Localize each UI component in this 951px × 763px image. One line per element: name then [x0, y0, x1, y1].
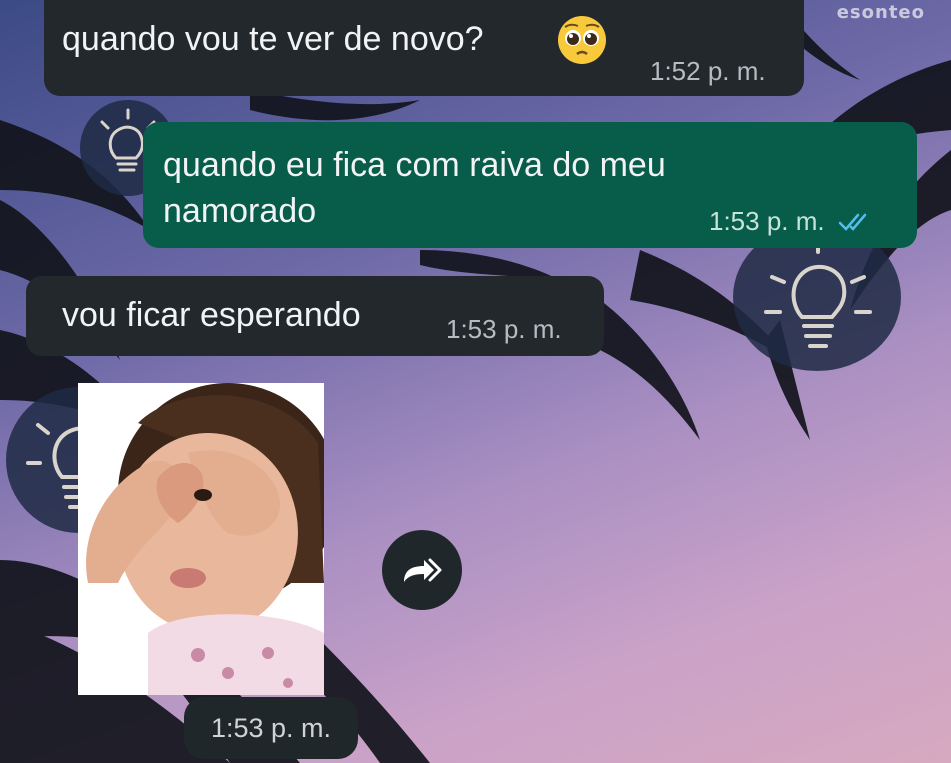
message-time: 1:52 p. m.	[650, 56, 766, 86]
sticker-time: 1:53 p. m.	[184, 697, 358, 759]
forward-button[interactable]	[382, 530, 462, 610]
forward-icon	[404, 558, 442, 582]
message-meta: 1:53 p. m.	[709, 206, 872, 237]
sticker-image[interactable]	[78, 383, 324, 695]
message-text-line-1: quando eu fica com raiva do meu	[163, 146, 666, 184]
message-time: 1:53 p. m.	[709, 206, 825, 236]
message-bubble-outgoing[interactable]: quando eu fica com raiva do meu namorado…	[143, 122, 917, 248]
watermark-text: esonteo	[836, 2, 925, 23]
message-time: 1:53 p. m.	[446, 314, 562, 344]
message-text: quando vou te ver de novo?	[62, 20, 484, 58]
double-check-icon	[838, 213, 867, 231]
message-text-line-2: namorado	[163, 192, 317, 230]
message-bubble-incoming[interactable]: vou ficar esperando 1:53 p. m.	[26, 276, 604, 356]
message-bubble-incoming[interactable]: quando vou te ver de novo? 1:52 p. m.	[44, 0, 804, 96]
pleading-face-icon	[558, 16, 606, 64]
message-text: vou ficar esperando	[62, 296, 361, 334]
